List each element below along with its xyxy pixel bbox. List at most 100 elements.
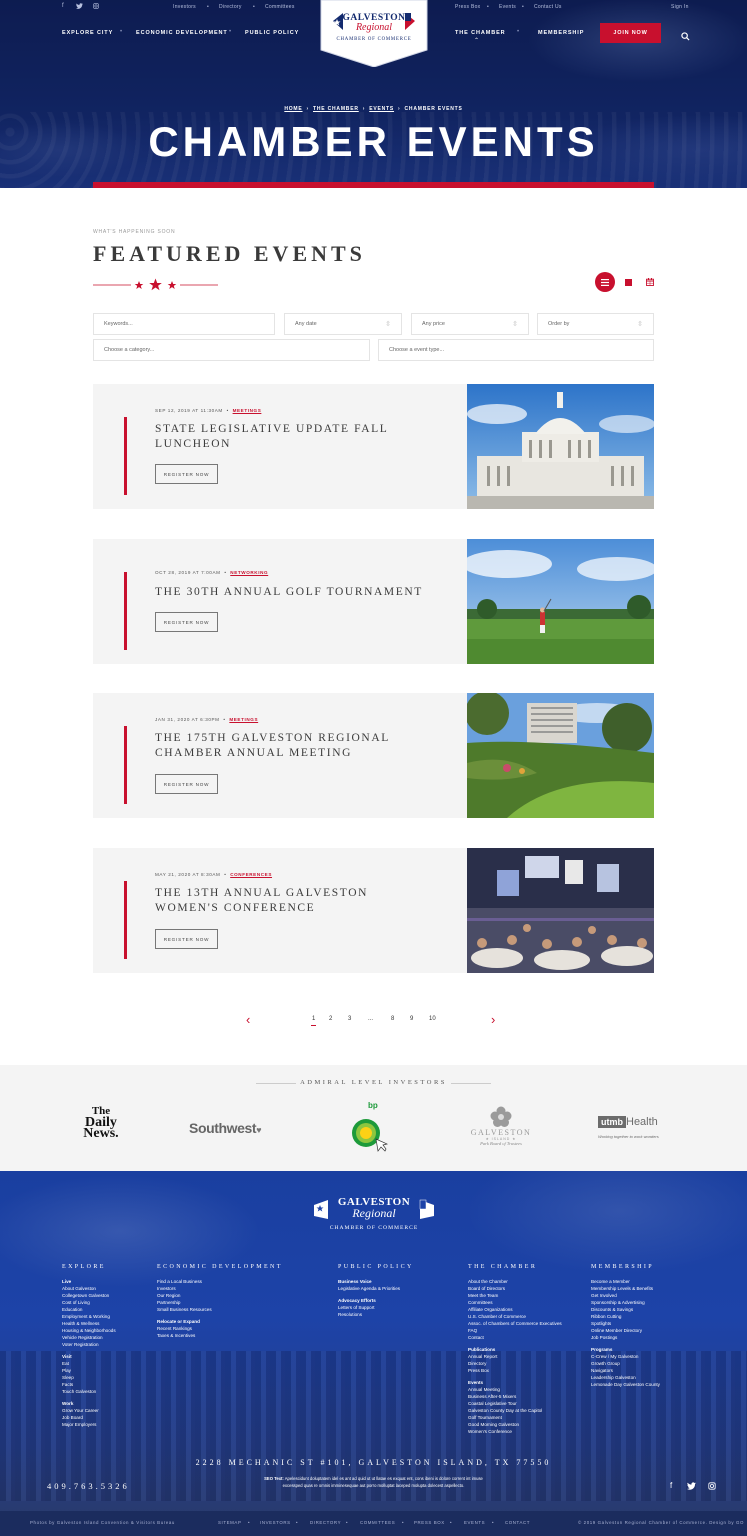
twitter-icon[interactable] [76, 3, 83, 11]
nav-public-policy[interactable]: PUBLIC POLICY [245, 30, 299, 36]
page-1[interactable]: 1 [311, 1016, 317, 1026]
calendar-view-button[interactable] [640, 272, 660, 292]
events-link[interactable]: EVENTS [464, 1520, 485, 1525]
instagram-icon[interactable] [93, 3, 99, 11]
footer-link[interactable]: About Galveston [62, 1285, 116, 1292]
footer-link[interactable]: Play [62, 1367, 116, 1374]
galveston-island-logo[interactable]: GALVESTON ★ ISLAND ★ Park Board of Trust… [461, 1106, 541, 1146]
register-now-button[interactable]: REGISTER NOW [155, 464, 218, 484]
chamber-logo[interactable]: GALVESTON Regional CHAMBER OF COMMERCE [319, 0, 429, 68]
footer-link[interactable]: Business After-5 Mixers [468, 1393, 562, 1400]
footer-link[interactable]: Cost of Living [62, 1299, 116, 1306]
register-now-button[interactable]: REGISTER NOW [155, 774, 218, 794]
page-8[interactable]: 8 [391, 1016, 394, 1022]
utmb-health-logo[interactable]: utmb Health Working together to work wond… [598, 1112, 673, 1139]
event-category-link[interactable]: MEETINGS [229, 717, 258, 722]
price-select[interactable]: Any price ⇳ [411, 313, 529, 335]
nav-the-chamber[interactable]: THE CHAMBER [455, 30, 506, 36]
footer-link[interactable]: Become a Member [591, 1278, 660, 1285]
footer-link[interactable]: Board of Directors [468, 1285, 562, 1292]
breadcrumb-home[interactable]: HOME [284, 106, 302, 112]
footer-link[interactable]: Grow Your Career [62, 1407, 116, 1414]
event-title[interactable]: STATE LEGISLATIVE UPDATE FALL LUNCHEON [155, 422, 425, 452]
search-icon[interactable] [681, 28, 690, 46]
footer-link[interactable]: Education [62, 1306, 116, 1313]
grid-view-button[interactable] [618, 272, 638, 292]
category-select[interactable]: Choose a category... [93, 339, 370, 361]
order-select[interactable]: Order by ⇳ [537, 313, 654, 335]
footer-link[interactable]: Meet the Team [468, 1292, 562, 1299]
footer-link[interactable]: Annual Meeting [468, 1386, 562, 1393]
footer-link[interactable]: Ribbon Cutting [591, 1313, 660, 1320]
facebook-icon[interactable]: f [670, 1481, 672, 1490]
register-now-button[interactable]: REGISTER NOW [155, 612, 218, 632]
footer-link[interactable]: Health & Wellness [62, 1320, 116, 1327]
footer-link[interactable]: C-Crew / My Galveston [591, 1353, 660, 1360]
topbar-events-link[interactable]: Events [499, 4, 516, 10]
page-10[interactable]: 10 [429, 1016, 436, 1022]
footer-link[interactable]: Resolutions [338, 1311, 400, 1318]
event-title[interactable]: THE 13TH ANNUAL GALVESTON WOMEN'S CONFER… [155, 886, 425, 916]
footer-link[interactable]: Taxes & Incentives [157, 1332, 212, 1339]
footer-link[interactable]: Annual Report [468, 1353, 562, 1360]
pressbox-link[interactable]: PRESS BOX [414, 1520, 445, 1525]
instagram-icon[interactable] [708, 1482, 716, 1492]
event-category-link[interactable]: NETWORKING [230, 570, 268, 575]
event-title[interactable]: THE 30TH ANNUAL GOLF TOURNAMENT [155, 585, 455, 600]
event-category-link[interactable]: CONFERENCES [230, 872, 272, 877]
event-image-conference[interactable] [467, 848, 654, 973]
footer-link[interactable]: Good Morning Galveston [468, 1421, 562, 1428]
list-view-button[interactable] [595, 272, 615, 292]
register-now-button[interactable]: REGISTER NOW [155, 929, 218, 949]
footer-logo[interactable]: GALVESTON Regional CHAMBER OF COMMERCE [312, 1195, 436, 1245]
sitemap-link[interactable]: SITEMAP [218, 1520, 241, 1525]
keywords-input[interactable]: Keywords... [93, 313, 275, 335]
footer-link[interactable]: Women's Conference [468, 1428, 562, 1435]
topbar-committees-link[interactable]: Committees [265, 4, 295, 10]
footer-link[interactable]: Vehicle Registration [62, 1334, 116, 1341]
footer-link[interactable]: Job Board [62, 1414, 116, 1421]
footer-link[interactable]: Galveston County Day at the Capitol [468, 1407, 562, 1414]
footer-link[interactable]: Voter Registration [62, 1341, 116, 1348]
breadcrumb-the-chamber[interactable]: THE CHAMBER [313, 106, 359, 112]
page-3[interactable]: 3 [348, 1016, 351, 1022]
footer-link[interactable]: Sleep [62, 1374, 116, 1381]
footer-link[interactable]: Find a Local Business [157, 1278, 212, 1285]
footer-link[interactable]: U.S. Chamber of Commerce [468, 1313, 562, 1320]
topbar-pressbox-link[interactable]: Press Box [455, 4, 481, 10]
footer-link[interactable]: Assoc. of Chambers of Commerce Executive… [468, 1320, 562, 1327]
footer-link[interactable]: Discounts & Savings [591, 1306, 660, 1313]
footer-link[interactable]: Small Business Resources [157, 1306, 212, 1313]
topbar-investors-link[interactable]: Investors [173, 4, 196, 10]
footer-link[interactable]: Golf Tournament [468, 1414, 562, 1421]
nav-explore-city[interactable]: EXPLORE CITY [62, 30, 113, 36]
footer-link[interactable]: Membership Levels & Benefits [591, 1285, 660, 1292]
footer-link[interactable]: Eat [62, 1360, 116, 1367]
footer-link[interactable]: Letters of Support [338, 1304, 400, 1311]
footer-link[interactable]: Legislative Agenda & Priorities [338, 1285, 400, 1292]
footer-link[interactable]: Employment & Working [62, 1313, 116, 1320]
event-title[interactable]: THE 175TH GALVESTON REGIONAL CHAMBER ANN… [155, 731, 425, 761]
directory-link[interactable]: DIRECTORY [310, 1520, 341, 1525]
signin-link[interactable]: Sign In [671, 4, 689, 10]
event-image-resort[interactable] [467, 693, 654, 818]
footer-link[interactable]: Sponsorship & Advertising [591, 1299, 660, 1306]
date-select[interactable]: Any date ⇳ [284, 313, 402, 335]
topbar-directory-link[interactable]: Directory [219, 4, 242, 10]
bp-logo[interactable]: bp [348, 1101, 389, 1153]
facebook-icon[interactable]: f [62, 3, 64, 9]
footer-link[interactable]: Investors [157, 1285, 212, 1292]
footer-link[interactable]: Growth Group [591, 1360, 660, 1367]
breadcrumb-events[interactable]: EVENTS [369, 106, 394, 112]
topbar-contact-link[interactable]: Contact Us [534, 4, 562, 10]
footer-link[interactable]: Affiliate Organizations [468, 1306, 562, 1313]
event-image-capitol[interactable] [467, 384, 654, 509]
footer-link[interactable]: Navigators [591, 1367, 660, 1374]
footer-link[interactable]: Facts [62, 1381, 116, 1388]
twitter-icon[interactable] [687, 1482, 696, 1492]
footer-link[interactable]: Directory [468, 1360, 562, 1367]
footer-link[interactable]: Committees [468, 1299, 562, 1306]
chevron-right-icon[interactable]: › [491, 1012, 495, 1027]
footer-link[interactable]: Recent Rankings [157, 1325, 212, 1332]
page-2[interactable]: 2 [329, 1016, 332, 1022]
